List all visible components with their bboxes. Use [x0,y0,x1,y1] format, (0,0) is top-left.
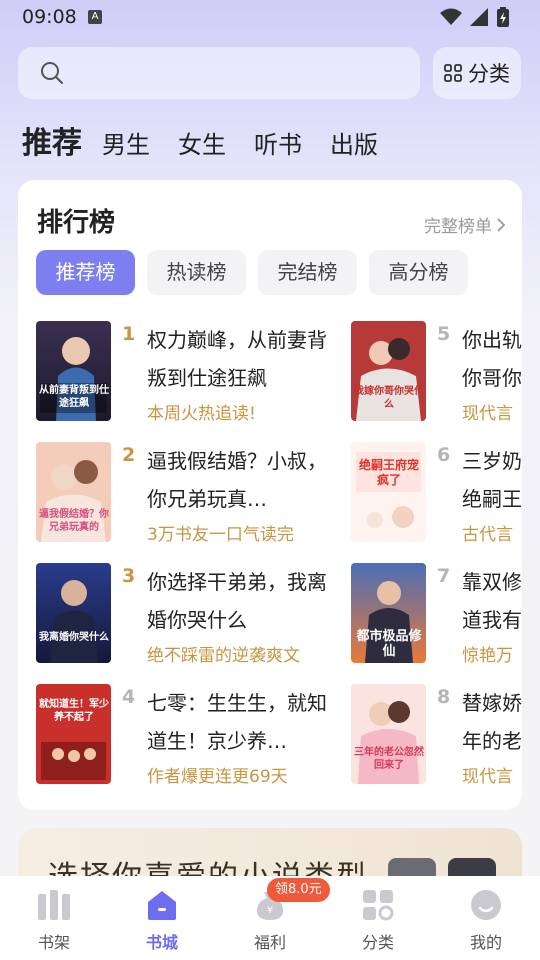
book-tag: 3万书友一口气读完 [147,525,294,545]
search-icon [41,62,63,84]
book-item-4[interactable]: 就知道生！军少养不起了 4 七零：生生生，就知道生！京少养… 作者爆更连更69天 [36,684,356,787]
rank-number: 7 [437,565,451,587]
book-item-6[interactable]: 绝嗣王府宠疯了 6 三岁奶绝嗣王 古代言 [351,442,522,545]
chevron-right-icon [497,217,506,232]
profile-icon [471,890,501,920]
book-title: 逼我假结婚？小叔，你兄弟玩真… [147,449,327,511]
book-item-3[interactable]: 我离婚你哭什么 3 你选择干弟弟，我离婚你哭什么 绝不踩雷的逆袭爽文 [36,563,356,666]
full-ranking-link[interactable]: 完整榜单 [424,212,506,237]
book-cover: 我离婚你哭什么 [36,563,111,663]
tab-male[interactable]: 男生 [102,125,150,160]
channel-tabs: 推荐 男生 女生 听书 出版 [22,118,406,162]
book-tag: 现代言 [462,767,513,787]
signal-icon [470,8,488,26]
cover-title: 从前妻背叛到仕途狂飙 [39,385,109,409]
book-title: 你选择干弟弟，我离婚你哭什么 [147,570,327,632]
tab-high-score-ranking[interactable]: 高分榜 [369,250,468,295]
book-cover: 逼我假结婚？你兄弟玩真的 [36,442,111,542]
book-item-2[interactable]: 逼我假结婚？你兄弟玩真的 2 逼我假结婚？小叔，你兄弟玩真… 3万书友一口气读完 [36,442,356,545]
tab-female[interactable]: 女生 [178,125,226,160]
ranking-title: 排行榜 [37,208,116,238]
rank-number: 5 [437,323,451,345]
status-bar: 09:08 A [0,0,540,34]
rank-number: 2 [122,444,136,466]
nav-label: 福利 [253,933,286,952]
rank-number: 4 [122,686,136,708]
book-title: 你出轨你哥你 [462,328,522,390]
cover-title: 我离婚你哭什么 [39,632,109,643]
book-tag: 作者爆更连更69天 [147,767,288,787]
rank-number: 3 [122,565,136,587]
cover-title: 绝嗣王府宠疯了 [358,458,419,487]
book-tag: 现代言 [462,404,513,424]
nav-bookstore[interactable]: 书城 [108,876,216,960]
category-icon [363,890,394,921]
book-item-8[interactable]: 三年的老公忽然回来了 8 替嫁娇年的老 现代言 [351,684,522,787]
book-tag: 绝不踩雷的逆袭爽文 [147,646,300,666]
rank-number: 6 [437,444,451,466]
book-item-1[interactable]: 从前妻背叛到仕途狂飙 1 权力巅峰，从前妻背叛到仕途狂飙 本周火热追读! [36,321,356,424]
tab-hot-ranking[interactable]: 热读榜 [147,250,246,295]
search-input[interactable] [18,47,420,99]
cover-title: 都市极品修仙 [356,629,422,659]
wifi-icon [440,8,462,25]
nav-category[interactable]: 分类 [324,876,432,960]
nav-label: 书城 [145,933,178,952]
nav-label: 分类 [361,933,394,952]
tab-publishing[interactable]: 出版 [330,125,378,160]
book-title: 权力巅峰，从前妻背叛到仕途狂飙 [147,328,327,390]
book-cover: 就知道生！军少养不起了 [36,684,111,784]
grid-icon [444,64,462,82]
book-title: 靠双修道我有 [462,570,522,632]
book-cover: 都市极品修仙 [351,563,426,663]
tab-recommend[interactable]: 推荐 [22,118,82,162]
tab-recommend-ranking[interactable]: 推荐榜 [36,250,135,295]
book-tag: 本周火热追读! [147,404,256,424]
category-button-label: 分类 [468,62,510,86]
tab-audiobook[interactable]: 听书 [254,125,302,160]
status-time: 09:08 [22,6,77,28]
category-button[interactable]: 分类 [433,47,521,99]
nav-label: 我的 [469,933,502,952]
cover-title: 就知道生！军少养不起了 [39,699,109,723]
book-cover: 从前妻背叛到仕途狂飙 [36,321,111,421]
book-item-7[interactable]: 都市极品修仙 7 靠双修道我有 惊艳万 [351,563,522,666]
book-cover: 三年的老公忽然回来了 [351,684,426,784]
book-tag: 古代言 [462,525,513,545]
notification-a-icon: A [88,10,102,24]
nav-label: 书架 [37,933,70,952]
tab-finished-ranking[interactable]: 完结榜 [258,250,357,295]
welfare-badge: 领8.0元 [267,878,330,902]
book-title: 三岁奶绝嗣王 [462,449,522,511]
home-icon [148,891,176,920]
nav-profile[interactable]: 我的 [432,876,540,960]
cover-title: 逼我假结婚？你兄弟玩真的 [39,509,109,533]
status-icons [440,7,510,27]
battery-icon [497,7,509,27]
cover-title: 我嫁你哥你哭什么 [354,386,424,410]
book-title: 替嫁娇年的老 [462,691,522,753]
rank-number: 8 [437,686,451,708]
full-ranking-label: 完整榜单 [424,217,492,237]
rank-number: 1 [122,323,136,345]
svg-text:¥: ¥ [267,905,273,916]
bookshelf-icon [38,890,70,920]
book-tag: 惊艳万 [462,646,513,666]
book-cover: 绝嗣王府宠疯了 [351,442,426,542]
nav-bookshelf[interactable]: 书架 [0,876,108,960]
ranking-tabs: 推荐榜 热读榜 完结榜 高分榜 [36,250,468,295]
cover-title: 三年的老公忽然回来了 [354,747,424,771]
book-title: 七零：生生生，就知道生！京少养… [147,691,327,753]
book-cover: 我嫁你哥你哭什么 [351,321,426,421]
book-item-5[interactable]: 我嫁你哥你哭什么 5 你出轨你哥你 现代言 [351,321,522,424]
ranking-card: 排行榜 完整榜单 推荐榜 热读榜 完结榜 高分榜 从前妻背叛到仕途狂飙 1 权力… [18,180,522,810]
